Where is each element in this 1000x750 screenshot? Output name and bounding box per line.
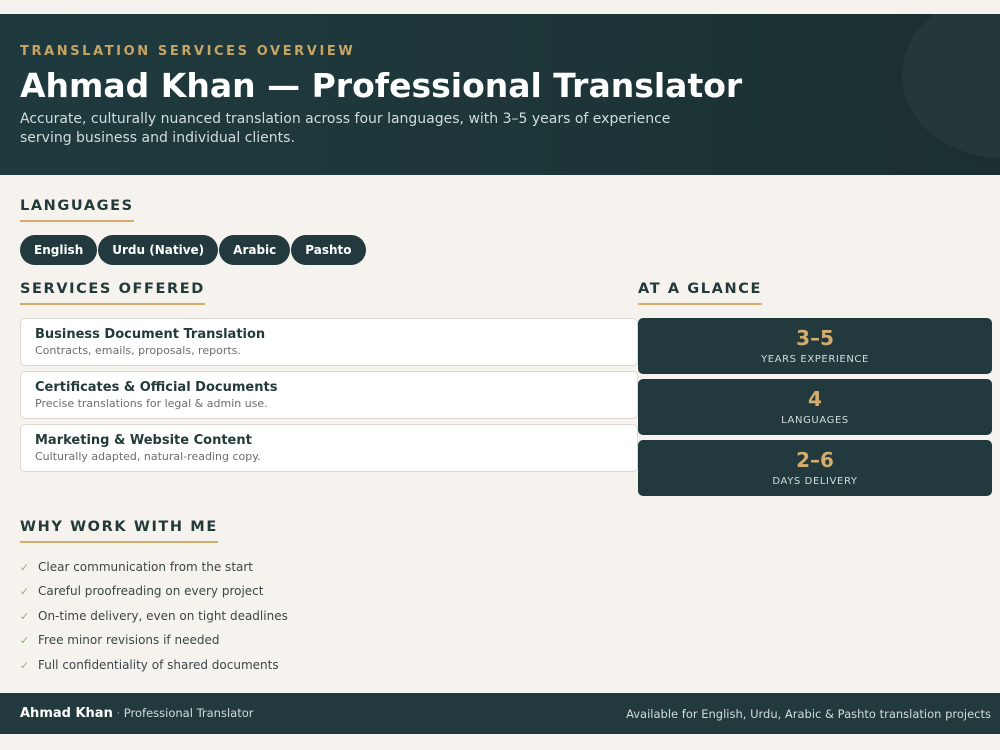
language-pill-arabic: Arabic bbox=[219, 235, 291, 265]
check-icon: ✓ bbox=[20, 634, 30, 648]
footer-identity: Ahmad Khan · Professional Translator bbox=[20, 706, 253, 721]
why-heading: WHY WORK WITH ME bbox=[20, 519, 218, 543]
glance-heading: AT A GLANCE bbox=[638, 281, 762, 305]
services-list: Business Document Translation Contracts,… bbox=[20, 318, 638, 477]
service-description: Contracts, emails, proposals, reports. bbox=[35, 344, 241, 357]
language-pill-english: English bbox=[20, 235, 98, 265]
service-card: Marketing & Website Content Culturally a… bbox=[20, 424, 638, 472]
hero-banner: TRANSLATION SERVICES OVERVIEW Ahmad Khan… bbox=[0, 14, 1000, 175]
service-card: Certificates & Official Documents Precis… bbox=[20, 371, 638, 419]
why-item-text: Full confidentiality of shared documents bbox=[38, 657, 279, 672]
footer-availability: Available for English, Urdu, Arabic & Pa… bbox=[626, 707, 991, 721]
decorative-circle bbox=[902, 14, 1000, 158]
page-subtitle: Accurate, culturally nuanced translation… bbox=[20, 111, 671, 146]
list-item: ✓ Careful proofreading on every project bbox=[20, 584, 288, 608]
service-title: Business Document Translation bbox=[35, 327, 266, 342]
check-icon: ✓ bbox=[20, 585, 30, 599]
page-title: Ahmad Khan — Professional Translator bbox=[20, 66, 743, 105]
list-item: ✓ On-time delivery, even on tight deadlin… bbox=[20, 609, 288, 633]
language-pill-pashto: Pashto bbox=[291, 235, 366, 265]
stat-label: LANGUAGES bbox=[781, 415, 849, 426]
stat-card-languages: 4 LANGUAGES bbox=[638, 379, 992, 435]
stat-card-delivery: 2–6 DAYS DELIVERY bbox=[638, 440, 992, 496]
why-item-text: Clear communication from the start bbox=[38, 560, 254, 574]
check-icon: ✓ bbox=[20, 609, 30, 623]
language-list: English Urdu (Native) Arabic Pashto bbox=[20, 235, 366, 265]
stats-panel: 3–5 YEARS EXPERIENCE 4 LANGUAGES 2–6 DAY… bbox=[638, 318, 992, 501]
stat-value: 3–5 bbox=[796, 326, 834, 350]
service-title: Marketing & Website Content bbox=[35, 433, 252, 448]
top-strip bbox=[0, 0, 1000, 14]
stat-label: YEARS EXPERIENCE bbox=[761, 354, 869, 365]
languages-heading: LANGUAGES bbox=[20, 198, 134, 222]
footer-name: Ahmad Khan bbox=[20, 706, 113, 721]
list-item: ✓ Clear communication from the start bbox=[20, 560, 288, 584]
page-footer: Ahmad Khan · Professional Translator Ava… bbox=[0, 693, 1000, 734]
stat-value: 2–6 bbox=[796, 448, 834, 472]
service-card: Business Document Translation Contracts,… bbox=[20, 318, 638, 366]
list-item: ✓ Free minor revisions if needed bbox=[20, 633, 288, 657]
check-icon: ✓ bbox=[20, 561, 30, 574]
why-item-text: Careful proofreading on every project bbox=[38, 584, 264, 599]
why-item-text: Free minor revisions if needed bbox=[38, 633, 220, 648]
service-description: Culturally adapted, natural-reading copy… bbox=[35, 450, 261, 463]
services-heading: SERVICES OFFERED bbox=[20, 281, 205, 305]
stat-value: 4 bbox=[808, 387, 822, 411]
check-icon: ✓ bbox=[20, 658, 30, 672]
footer-separator: · bbox=[116, 706, 121, 720]
stat-label: DAYS DELIVERY bbox=[772, 476, 858, 487]
stat-card-experience: 3–5 YEARS EXPERIENCE bbox=[638, 318, 992, 374]
why-list: ✓ Clear communication from the start ✓ Car… bbox=[20, 560, 288, 682]
service-description: Precise translations for legal & admin u… bbox=[35, 397, 268, 410]
language-pill-urdu: Urdu (Native) bbox=[98, 235, 219, 265]
service-title: Certificates & Official Documents bbox=[35, 380, 278, 395]
why-item-text: On-time delivery, even on tight deadline… bbox=[38, 608, 288, 623]
list-item: ✓ Full confidentiality of shared document… bbox=[20, 658, 288, 682]
overview-kicker: TRANSLATION SERVICES OVERVIEW bbox=[20, 44, 356, 59]
footer-role: Professional Translator bbox=[123, 706, 254, 720]
